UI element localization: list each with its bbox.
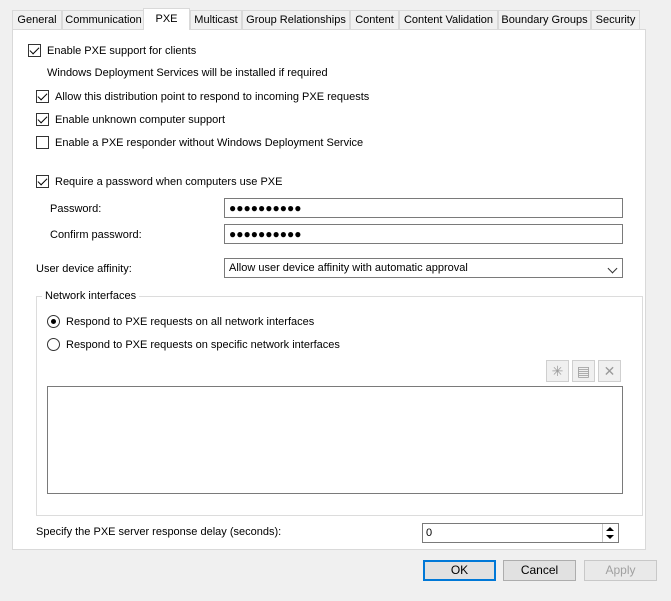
tab-content-validation[interactable]: Content Validation (399, 10, 498, 29)
all-interfaces-radio[interactable] (47, 315, 60, 328)
delete-icon: ✕ (603, 363, 616, 379)
unknown-computer-label[interactable]: Enable unknown computer support (55, 113, 225, 127)
chevron-down-icon (607, 263, 618, 274)
password-label: Password: (50, 203, 102, 215)
all-interfaces-label[interactable]: Respond to PXE requests on all network i… (66, 315, 314, 329)
cancel-button[interactable]: Cancel (503, 560, 576, 581)
tab-security[interactable]: Security (591, 10, 640, 29)
properties-icon: ▤ (576, 363, 591, 379)
confirm-password-label: Confirm password: (50, 229, 142, 241)
wds-note: Windows Deployment Services will be inst… (47, 67, 328, 79)
spin-down-icon[interactable] (606, 535, 614, 539)
tab-communication[interactable]: Communication (62, 10, 145, 29)
user-device-affinity-value: Allow user device affinity with automati… (229, 262, 468, 274)
tab-multicast[interactable]: Multicast (190, 10, 242, 29)
new-interface-button[interactable]: ✳ (546, 360, 569, 382)
tab-content[interactable]: Content (350, 10, 399, 29)
interface-properties-button[interactable]: ▤ (572, 360, 595, 382)
apply-button[interactable]: Apply (584, 560, 657, 581)
network-interfaces-title: Network interfaces (42, 289, 140, 303)
ok-button[interactable]: OK (423, 560, 496, 581)
response-delay-spinner[interactable]: 0 (422, 523, 619, 543)
tab-boundary-groups[interactable]: Boundary Groups (498, 10, 591, 29)
tab-general[interactable]: General (12, 10, 62, 29)
specific-interfaces-radio[interactable] (47, 338, 60, 351)
network-interfaces-list[interactable] (47, 386, 623, 494)
pxe-responder-checkbox[interactable] (36, 136, 49, 149)
password-input[interactable]: ●●●●●●●●●● (224, 198, 623, 218)
user-device-affinity-select[interactable]: Allow user device affinity with automati… (224, 258, 623, 278)
response-delay-value: 0 (426, 527, 433, 539)
allow-respond-label[interactable]: Allow this distribution point to respond… (55, 90, 369, 104)
specific-interfaces-label[interactable]: Respond to PXE requests on specific netw… (66, 338, 340, 352)
confirm-password-input[interactable]: ●●●●●●●●●● (224, 224, 623, 244)
user-device-affinity-label: User device affinity: (36, 263, 132, 275)
tab-group-relationships[interactable]: Group Relationships (242, 10, 350, 29)
tab-pxe[interactable]: PXE (143, 8, 190, 30)
allow-respond-checkbox[interactable] (36, 90, 49, 103)
require-password-label[interactable]: Require a password when computers use PX… (55, 175, 282, 189)
spinner-buttons[interactable] (602, 524, 618, 542)
enable-pxe-checkbox[interactable] (28, 44, 41, 57)
require-password-checkbox[interactable] (36, 175, 49, 188)
new-icon: ✳ (551, 363, 564, 379)
response-delay-label: Specify the PXE server response delay (s… (36, 526, 282, 538)
unknown-computer-checkbox[interactable] (36, 113, 49, 126)
delete-interface-button[interactable]: ✕ (598, 360, 621, 382)
pxe-responder-label[interactable]: Enable a PXE responder without Windows D… (55, 136, 363, 150)
spin-up-icon[interactable] (606, 527, 614, 531)
enable-pxe-label[interactable]: Enable PXE support for clients (47, 44, 196, 58)
